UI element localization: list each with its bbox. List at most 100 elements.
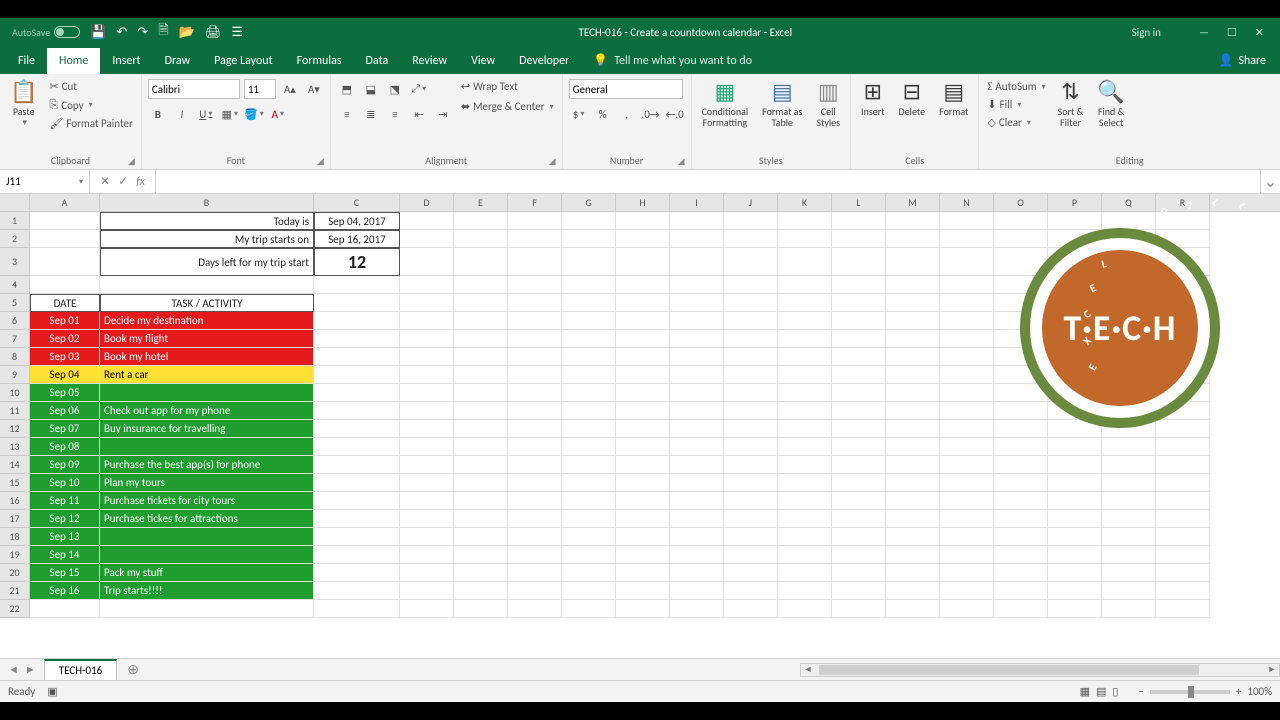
cell[interactable] — [562, 492, 616, 510]
decrease-font-icon[interactable]: A▾ — [304, 79, 324, 99]
cell[interactable] — [1102, 528, 1156, 546]
cell[interactable] — [832, 248, 886, 276]
cell[interactable] — [940, 600, 994, 618]
bold-button[interactable]: B — [148, 104, 168, 124]
cell[interactable] — [832, 600, 886, 618]
cell[interactable] — [400, 600, 454, 618]
sheet-tab-active[interactable]: TECH-016 — [44, 659, 117, 680]
format-as-table-button[interactable]: ▤Format as Table — [758, 76, 806, 128]
cell[interactable] — [454, 474, 508, 492]
cell[interactable] — [454, 230, 508, 248]
cell[interactable] — [454, 348, 508, 366]
cell[interactable]: Sep 08 — [30, 438, 100, 456]
cell[interactable] — [778, 528, 832, 546]
row-header[interactable]: 10 — [0, 384, 30, 402]
cell[interactable] — [508, 474, 562, 492]
cell[interactable]: Days left for my trip start — [100, 248, 314, 276]
cell[interactable] — [508, 546, 562, 564]
zoom-control[interactable]: − + 100% — [1138, 685, 1272, 698]
cell[interactable] — [562, 366, 616, 384]
cell[interactable] — [940, 510, 994, 528]
tab-draw[interactable]: Draw — [153, 48, 203, 74]
cell[interactable] — [724, 600, 778, 618]
cell[interactable] — [1048, 474, 1102, 492]
enter-icon[interactable]: ✓ — [118, 174, 128, 189]
cell[interactable] — [886, 276, 940, 294]
cell[interactable] — [454, 276, 508, 294]
cell[interactable] — [562, 384, 616, 402]
cell[interactable] — [886, 492, 940, 510]
align-right-icon[interactable]: ≡ — [385, 104, 405, 124]
cell[interactable] — [994, 474, 1048, 492]
cell[interactable] — [724, 212, 778, 230]
cell[interactable] — [886, 582, 940, 600]
align-left-icon[interactable]: ≡ — [337, 104, 357, 124]
cell[interactable] — [1156, 492, 1210, 510]
cell[interactable] — [670, 582, 724, 600]
cell[interactable] — [940, 330, 994, 348]
cell[interactable] — [778, 330, 832, 348]
cell[interactable] — [562, 564, 616, 582]
cell[interactable] — [508, 212, 562, 230]
cell[interactable] — [1048, 564, 1102, 582]
cell[interactable] — [454, 420, 508, 438]
cell[interactable] — [670, 312, 724, 330]
cell[interactable] — [724, 564, 778, 582]
cell[interactable] — [454, 492, 508, 510]
zoom-value[interactable]: 100% — [1247, 685, 1272, 698]
cell[interactable] — [314, 420, 400, 438]
cell[interactable] — [1156, 456, 1210, 474]
cell[interactable] — [400, 366, 454, 384]
cell[interactable] — [670, 420, 724, 438]
column-header[interactable]: C — [314, 194, 400, 211]
row-header[interactable]: 15 — [0, 474, 30, 492]
chevron-right-icon[interactable]: ► — [25, 663, 36, 676]
cell[interactable] — [400, 492, 454, 510]
cell[interactable] — [994, 510, 1048, 528]
cell[interactable] — [778, 384, 832, 402]
cell[interactable] — [1048, 456, 1102, 474]
italic-button[interactable]: I — [172, 104, 192, 124]
cell[interactable] — [940, 420, 994, 438]
cell[interactable] — [670, 492, 724, 510]
share-button[interactable]: 👤 Share — [1204, 47, 1280, 74]
cell[interactable] — [314, 384, 400, 402]
cell[interactable] — [508, 330, 562, 348]
cell[interactable] — [1048, 546, 1102, 564]
close-icon[interactable]: ✕ — [1255, 26, 1264, 39]
minimize-icon[interactable]: — — [1199, 26, 1209, 39]
cell[interactable] — [778, 546, 832, 564]
row-header[interactable]: 22 — [0, 600, 30, 618]
cell[interactable] — [616, 212, 670, 230]
accounting-format-icon[interactable]: $▾ — [569, 104, 589, 124]
cell[interactable] — [616, 492, 670, 510]
cell[interactable] — [1102, 474, 1156, 492]
cell[interactable] — [562, 248, 616, 276]
cell[interactable] — [508, 564, 562, 582]
cell[interactable] — [724, 366, 778, 384]
cell[interactable] — [886, 438, 940, 456]
cell[interactable] — [616, 474, 670, 492]
cell[interactable] — [30, 276, 100, 294]
cell[interactable] — [886, 510, 940, 528]
cell[interactable] — [724, 420, 778, 438]
cell[interactable] — [508, 582, 562, 600]
save-icon[interactable]: 💾 — [90, 25, 106, 40]
cell[interactable] — [940, 276, 994, 294]
cell[interactable] — [940, 456, 994, 474]
cell[interactable] — [832, 546, 886, 564]
cell[interactable] — [670, 212, 724, 230]
format-cells-button[interactable]: ▤Format — [935, 76, 972, 117]
page-break-view-icon[interactable]: ▯ — [1112, 685, 1118, 698]
clear-button[interactable]: ◇Clear▾ — [985, 115, 1047, 130]
cell[interactable] — [400, 402, 454, 420]
cell[interactable] — [454, 528, 508, 546]
cell[interactable] — [314, 510, 400, 528]
cell[interactable] — [940, 248, 994, 276]
cell[interactable] — [562, 330, 616, 348]
cell[interactable]: Rent a car — [100, 366, 314, 384]
cell[interactable] — [778, 582, 832, 600]
font-name-combo[interactable] — [148, 79, 240, 99]
orientation-icon[interactable]: ⤢▾ — [409, 79, 429, 99]
cell[interactable] — [562, 510, 616, 528]
